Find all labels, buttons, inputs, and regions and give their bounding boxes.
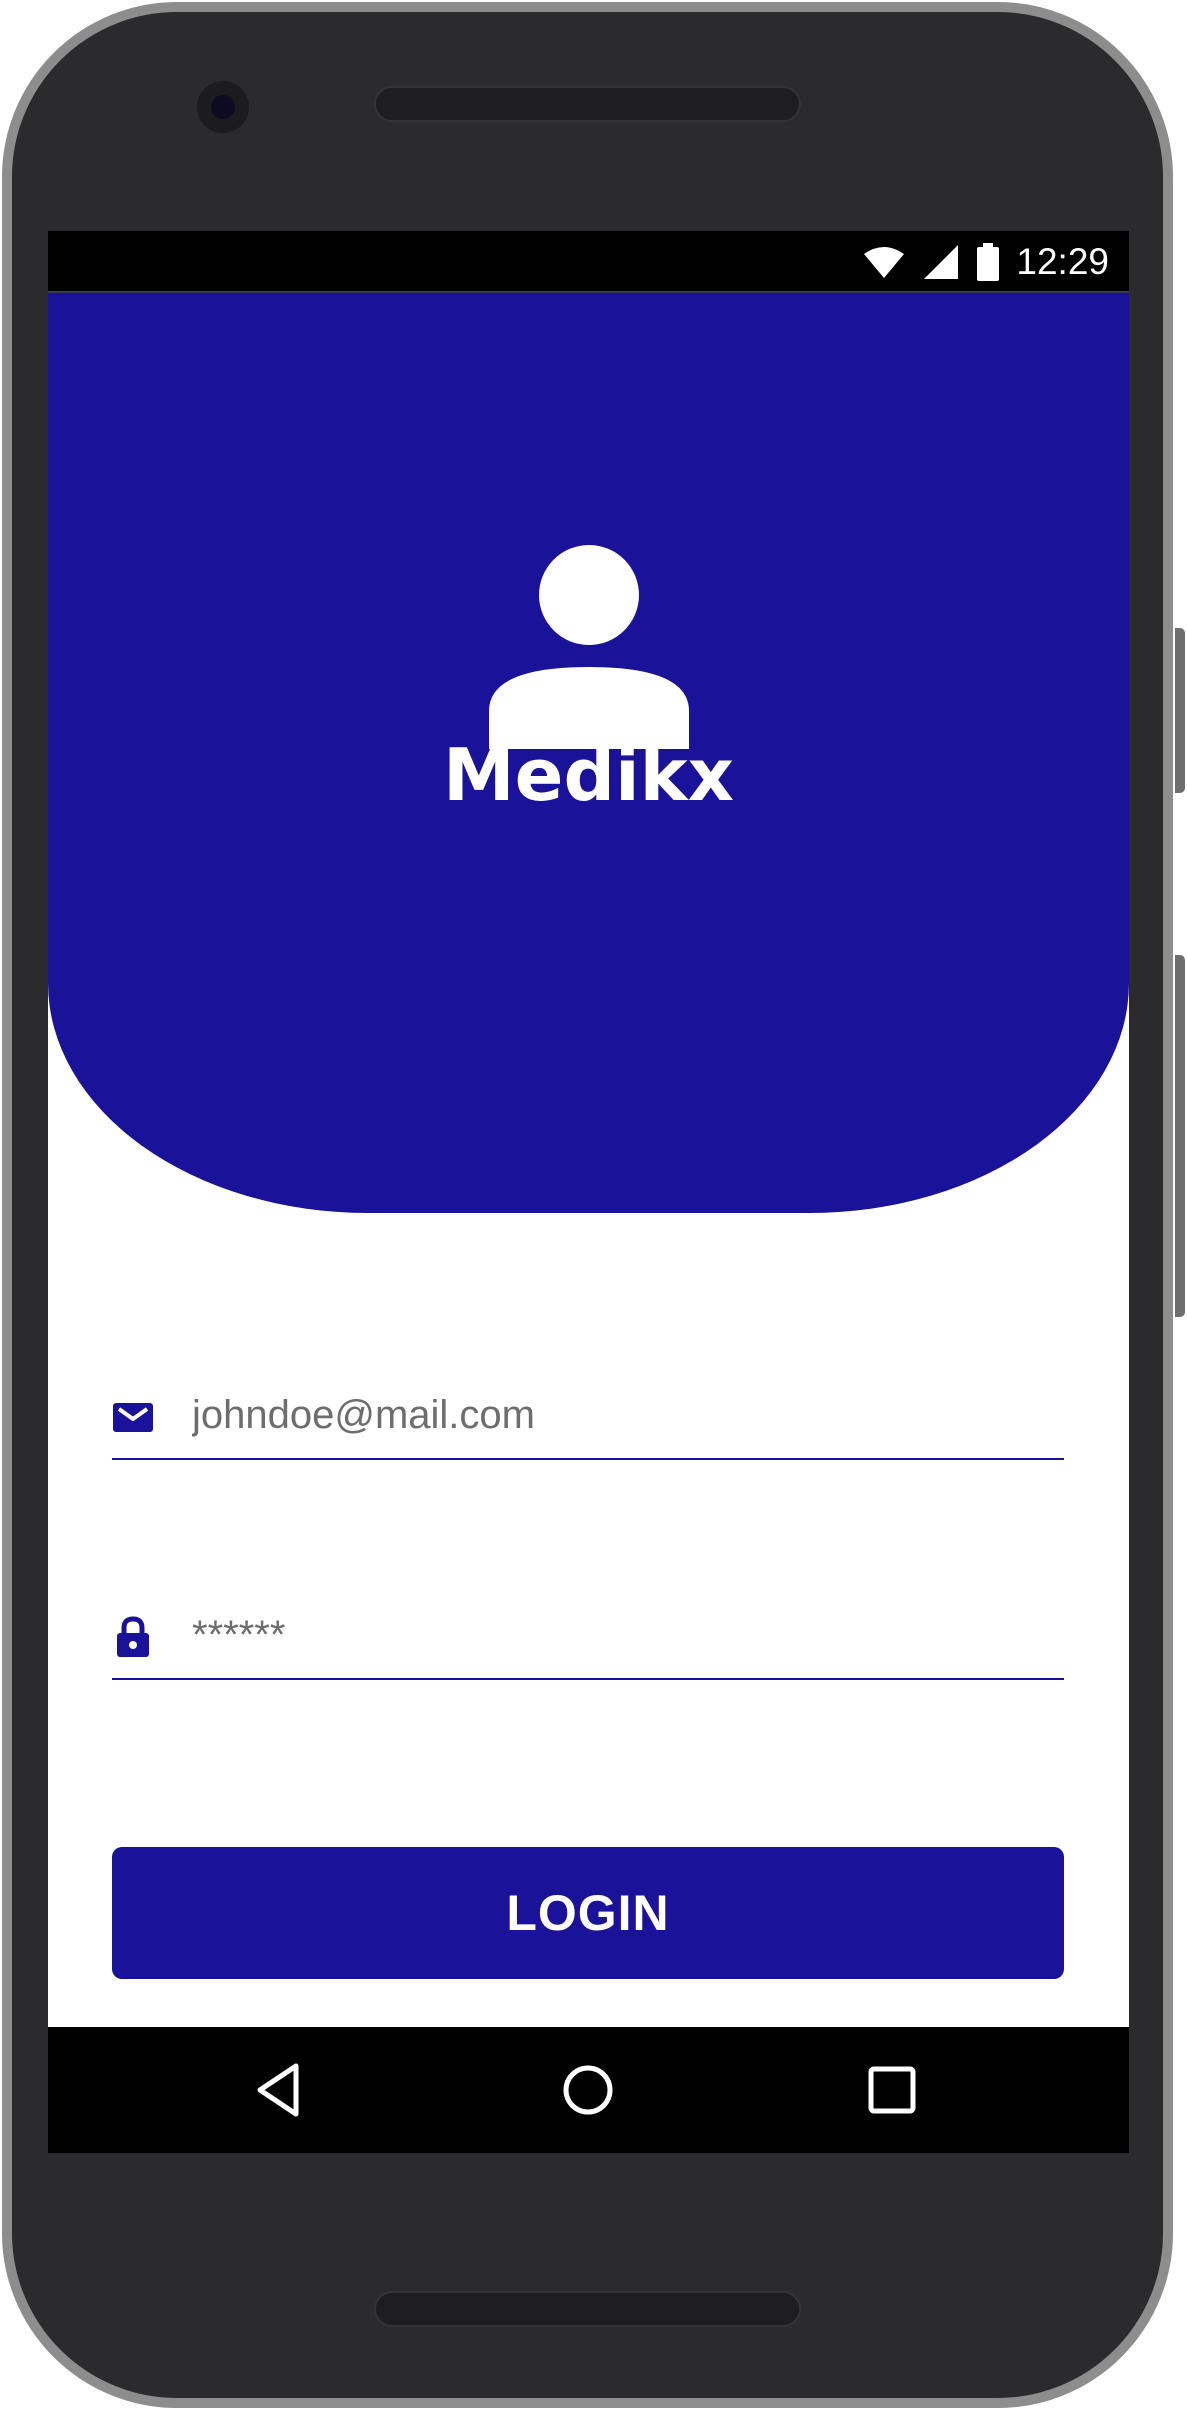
- home-icon[interactable]: [558, 2060, 618, 2120]
- earpiece-speaker: [374, 86, 801, 122]
- volume-button: [1175, 955, 1185, 1317]
- bottom-speaker: [374, 2291, 801, 2327]
- email-input[interactable]: [192, 1380, 1052, 1450]
- cellular-signal-icon: [924, 245, 959, 279]
- password-field-container: [112, 1590, 1064, 1680]
- status-icons: 12:29: [862, 239, 1109, 285]
- front-camera: [197, 81, 249, 133]
- status-clock: 12:29: [1016, 241, 1109, 282]
- status-bar: 12:29: [48, 231, 1129, 293]
- lock-icon: [117, 1616, 149, 1657]
- email-field-container: [112, 1370, 1064, 1460]
- back-icon[interactable]: [252, 2060, 312, 2120]
- recents-icon[interactable]: [862, 2060, 922, 2120]
- header-banner: Medikx: [48, 293, 1129, 1213]
- login-button[interactable]: LOGIN: [112, 1847, 1064, 1979]
- wifi-icon: [864, 247, 905, 278]
- power-button: [1175, 628, 1185, 793]
- user-avatar-icon: [489, 545, 689, 749]
- password-input[interactable]: [192, 1600, 1052, 1670]
- battery-icon: [977, 243, 1000, 281]
- app-screen: 12:29 Medikx LOGIN: [48, 231, 1129, 2153]
- navigation-bar: [48, 2027, 1129, 2153]
- app-title: Medikx: [442, 733, 735, 817]
- email-icon: [113, 1403, 153, 1432]
